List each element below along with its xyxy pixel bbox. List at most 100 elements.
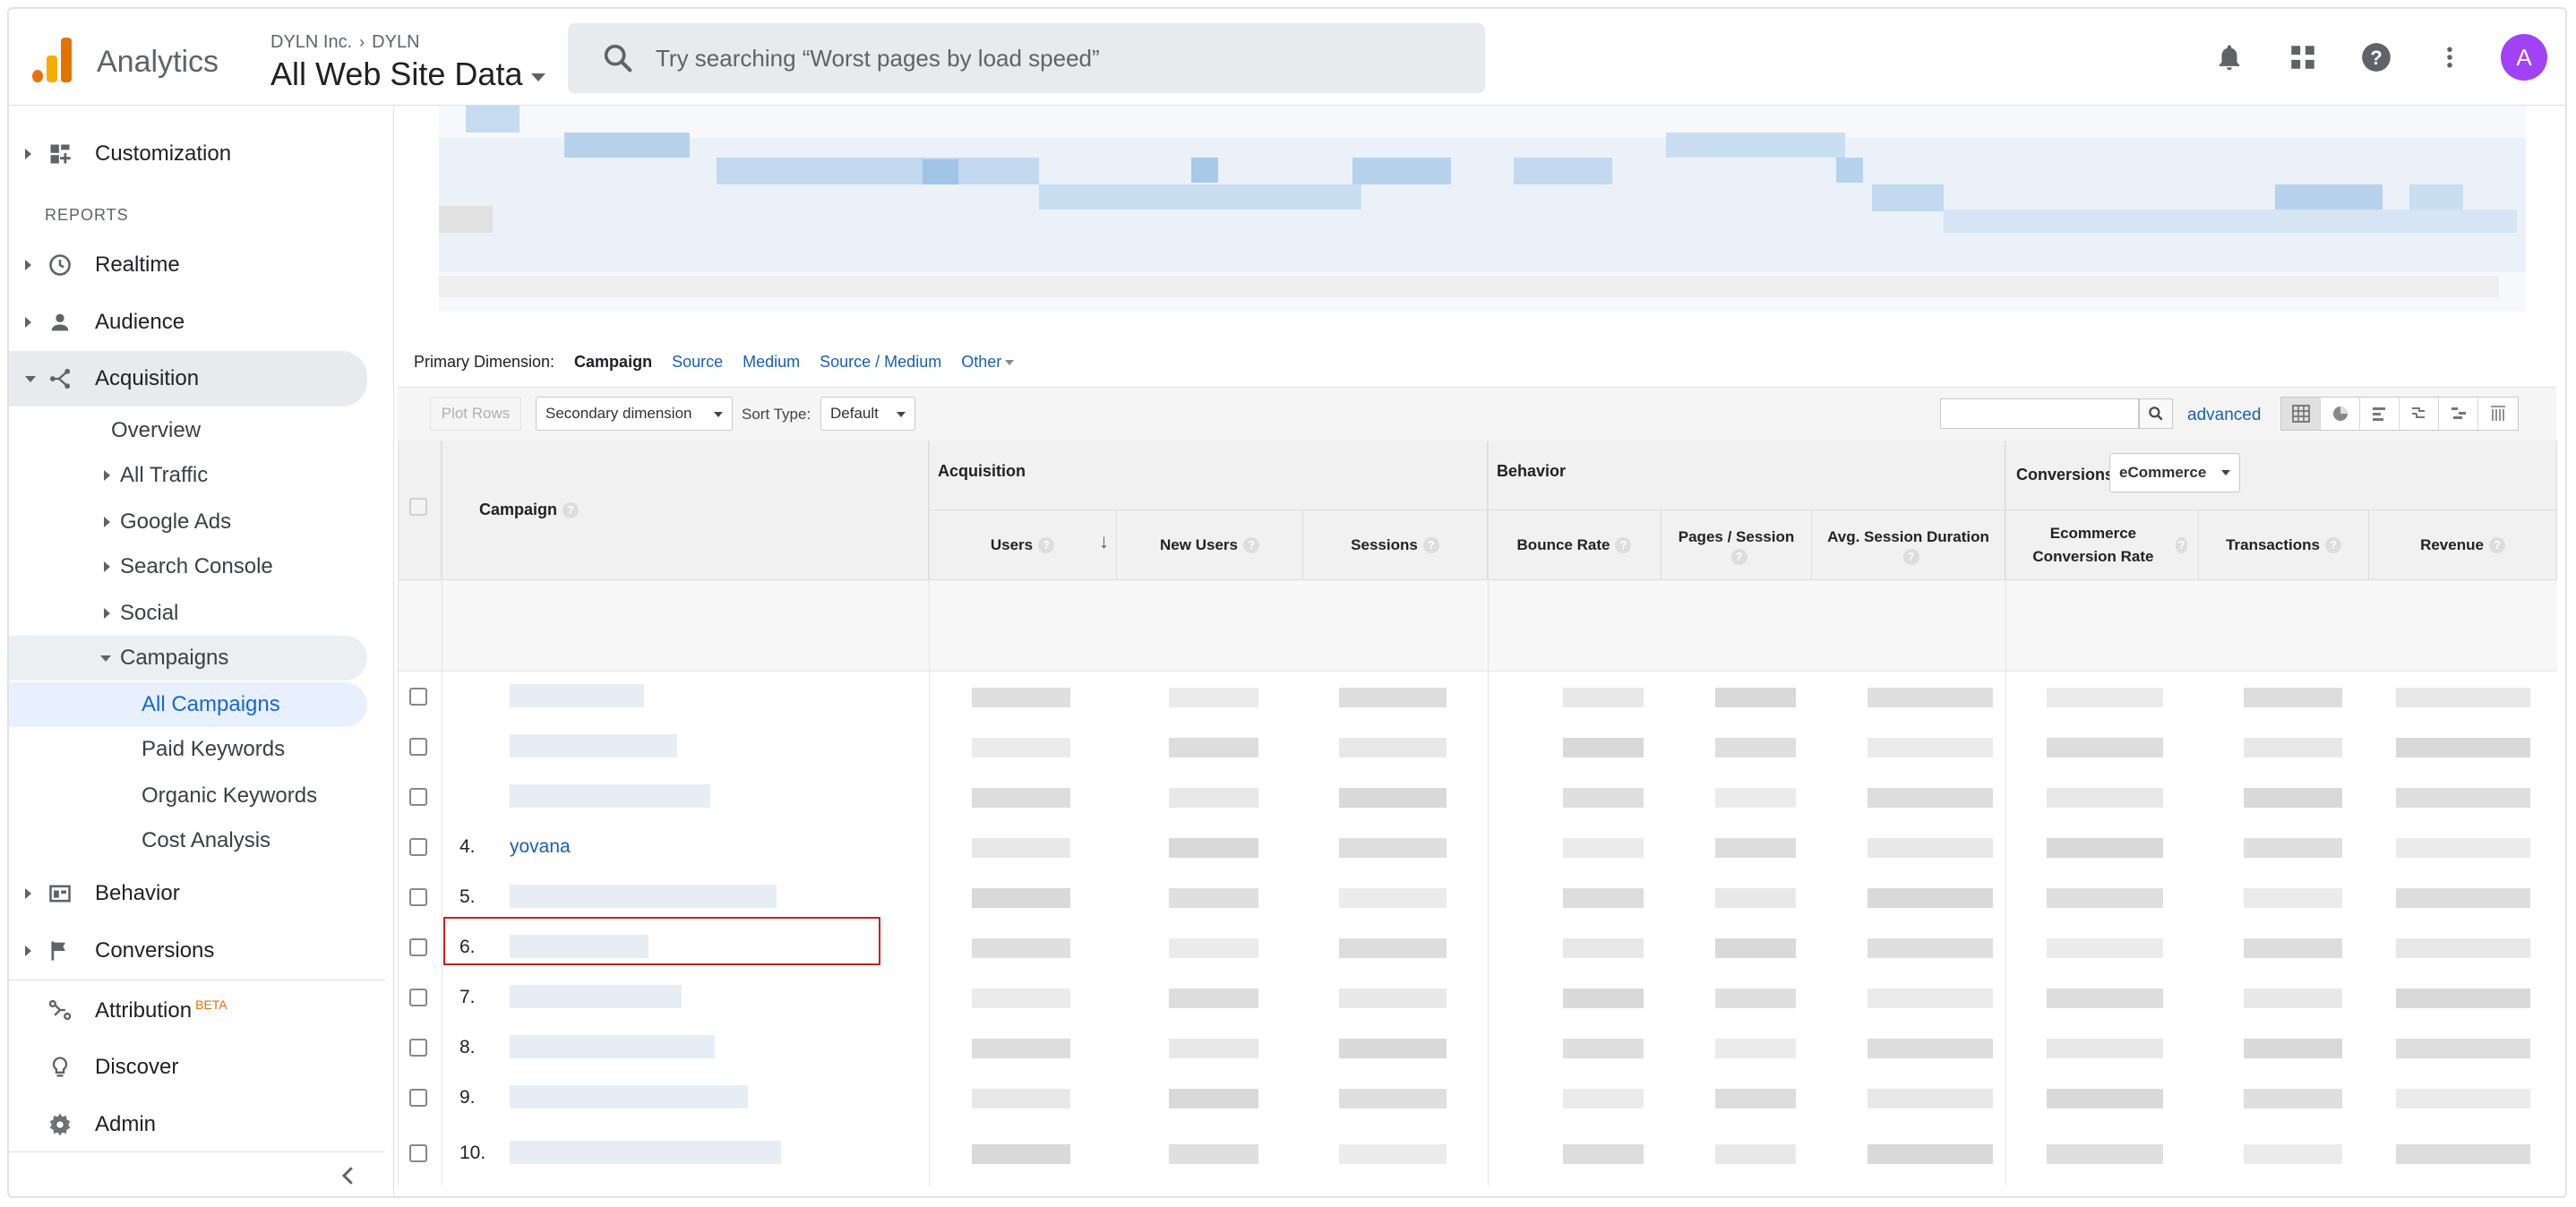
help-tooltip-icon[interactable]: ? (2488, 536, 2505, 553)
sidebar-item-all-campaigns[interactable]: All Campaigns (9, 682, 367, 727)
help-tooltip-icon[interactable]: ? (1902, 548, 1919, 565)
row-checkbox[interactable] (409, 888, 427, 906)
sidebar-item-organic-keywords[interactable]: Organic Keywords (142, 774, 317, 818)
row-checkbox[interactable] (409, 989, 427, 1006)
sidebar-item-overview[interactable]: Overview (111, 408, 201, 453)
sidebar-item-paid-keywords[interactable]: Paid Keywords (142, 727, 285, 772)
pie-view-icon[interactable] (2321, 398, 2360, 430)
redacted-metric-value (972, 1089, 1070, 1109)
avg-session-duration-column-header[interactable]: Avg. Session Duration? (1812, 510, 2005, 580)
conversions-goal-dropdown[interactable]: eCommerce (2109, 453, 2240, 492)
help-tooltip-icon[interactable]: ? (562, 501, 580, 518)
redacted-metric-value (2047, 788, 2163, 808)
sidebar-item-campaigns[interactable]: Campaigns (9, 636, 367, 681)
row-checkbox[interactable] (409, 738, 427, 756)
table-bottom (398, 1186, 2556, 1196)
pages-session-column-header[interactable]: Pages / Session? (1662, 510, 1812, 580)
redacted-metric-value (1868, 938, 1993, 958)
help-tooltip-icon[interactable]: ? (2175, 536, 2187, 553)
select-all-checkbox[interactable] (409, 498, 427, 516)
redacted-metric-value (2047, 688, 2163, 707)
sidebar-item-social[interactable]: Social (9, 591, 367, 636)
sidebar-item-realtime[interactable]: Realtime (9, 240, 367, 290)
row-number: 5. (459, 886, 476, 907)
redacted-campaign-name (510, 985, 682, 1008)
table-toolbar: Plot Rows Secondary dimension Sort Type:… (398, 387, 2556, 441)
redacted-metric-value (2244, 838, 2342, 858)
account-name: DYLN Inc. (270, 32, 353, 52)
row-checkbox[interactable] (409, 1089, 427, 1107)
transactions-column-header[interactable]: Transactions? (2199, 510, 2369, 580)
dimension-medium-link[interactable]: Medium (743, 353, 800, 372)
secondary-dimension-dropdown[interactable]: Secondary dimension (536, 397, 733, 431)
sidebar-item-all-traffic[interactable]: All Traffic (9, 453, 367, 498)
users-column-header[interactable]: Users? ↓ (929, 510, 1117, 580)
revenue-column-header[interactable]: Revenue? (2369, 510, 2557, 580)
sidebar-item-google-ads[interactable]: Google Ads (9, 500, 367, 544)
sidebar-item-label: Realtime (95, 253, 180, 277)
row-checkbox[interactable] (409, 838, 427, 856)
dimension-source-medium-link[interactable]: Source / Medium (820, 353, 941, 372)
help-tooltip-icon[interactable]: ? (1038, 536, 1055, 553)
dimension-source-link[interactable]: Source (672, 353, 723, 372)
term-cloud-view-icon[interactable] (2439, 398, 2478, 430)
help-icon[interactable]: ? (2354, 35, 2399, 80)
sidebar-item-attribution[interactable]: Attribution BETA (9, 985, 367, 1035)
table-view-icon[interactable] (2281, 398, 2321, 430)
analytics-logo-icon[interactable] (30, 36, 75, 82)
collapse-sidebar-chevron-icon[interactable] (335, 1162, 362, 1189)
performance-view-icon[interactable] (2360, 398, 2400, 430)
redacted-metric-value (1563, 938, 1644, 958)
row-number: 8. (459, 1037, 476, 1057)
sidebar-item-label: Social (120, 601, 179, 625)
comparison-view-icon[interactable] (2400, 398, 2439, 430)
help-tooltip-icon[interactable]: ? (1730, 548, 1747, 565)
sidebar-item-admin[interactable]: Admin (9, 1100, 367, 1150)
help-tooltip-icon[interactable]: ? (1615, 536, 1632, 553)
bounce-rate-column-header[interactable]: Bounce Rate? (1488, 510, 1662, 580)
campaign-header-label: Campaign (479, 501, 558, 518)
sidebar-item-search-console[interactable]: Search Console (9, 544, 367, 589)
campaign-link[interactable]: yovana (510, 836, 571, 858)
campaign-column-header[interactable]: Campaign? (442, 441, 929, 580)
notifications-bell-icon[interactable] (2207, 35, 2252, 80)
redacted-metric-value (2047, 1144, 2163, 1164)
sidebar-item-conversions[interactable]: Conversions (9, 926, 367, 976)
sidebar-item-acquisition[interactable]: Acquisition (9, 351, 367, 407)
row-checkbox[interactable] (409, 1039, 427, 1057)
help-tooltip-icon[interactable]: ? (1422, 536, 1439, 553)
table-filter-input[interactable] (1940, 398, 2139, 429)
search-bar[interactable] (568, 23, 1485, 93)
row-checkbox[interactable] (409, 788, 427, 806)
sidebar-item-label: All Campaigns (142, 692, 280, 716)
redacted-campaign-name (510, 734, 677, 758)
dimension-other-dropdown[interactable]: Other (961, 353, 1015, 372)
sidebar-item-audience[interactable]: Audience (9, 297, 367, 347)
sort-type-dropdown[interactable]: Default (820, 397, 915, 431)
search-input[interactable] (656, 44, 1462, 73)
sessions-column-header[interactable]: Sessions? (1303, 510, 1488, 580)
redacted-metric-value (972, 788, 1070, 808)
ecommerce-conversion-rate-column-header[interactable]: Ecommerce Conversion Rate? (2005, 510, 2199, 580)
table-filter-search-button[interactable] (2139, 398, 2173, 429)
table-row: 10. (399, 1128, 2557, 1178)
sidebar-item-cost-analysis[interactable]: Cost Analysis (142, 818, 270, 863)
account-breadcrumb[interactable]: DYLN Inc. › DYLN (270, 32, 420, 53)
plot-rows-button[interactable]: Plot Rows (430, 397, 521, 431)
avatar[interactable]: A (2501, 34, 2547, 81)
row-checkbox[interactable] (409, 688, 427, 706)
pivot-view-icon[interactable] (2478, 398, 2518, 430)
table-row: 7. (399, 972, 2557, 1023)
sidebar-item-customization[interactable]: Customization (9, 129, 367, 179)
sidebar-item-discover[interactable]: Discover (9, 1042, 367, 1092)
apps-grid-icon[interactable] (2280, 35, 2325, 80)
help-tooltip-icon[interactable]: ? (2324, 536, 2341, 553)
sidebar-item-behavior[interactable]: Behavior (9, 869, 367, 919)
help-tooltip-icon[interactable]: ? (1242, 536, 1259, 553)
row-checkbox[interactable] (409, 1144, 427, 1162)
advanced-filter-link[interactable]: advanced (2187, 406, 2261, 425)
more-vert-icon[interactable] (2427, 35, 2472, 80)
property-selector[interactable]: All Web Site Data (270, 56, 546, 93)
row-checkbox[interactable] (409, 938, 427, 956)
new-users-column-header[interactable]: New Users? (1117, 510, 1303, 580)
